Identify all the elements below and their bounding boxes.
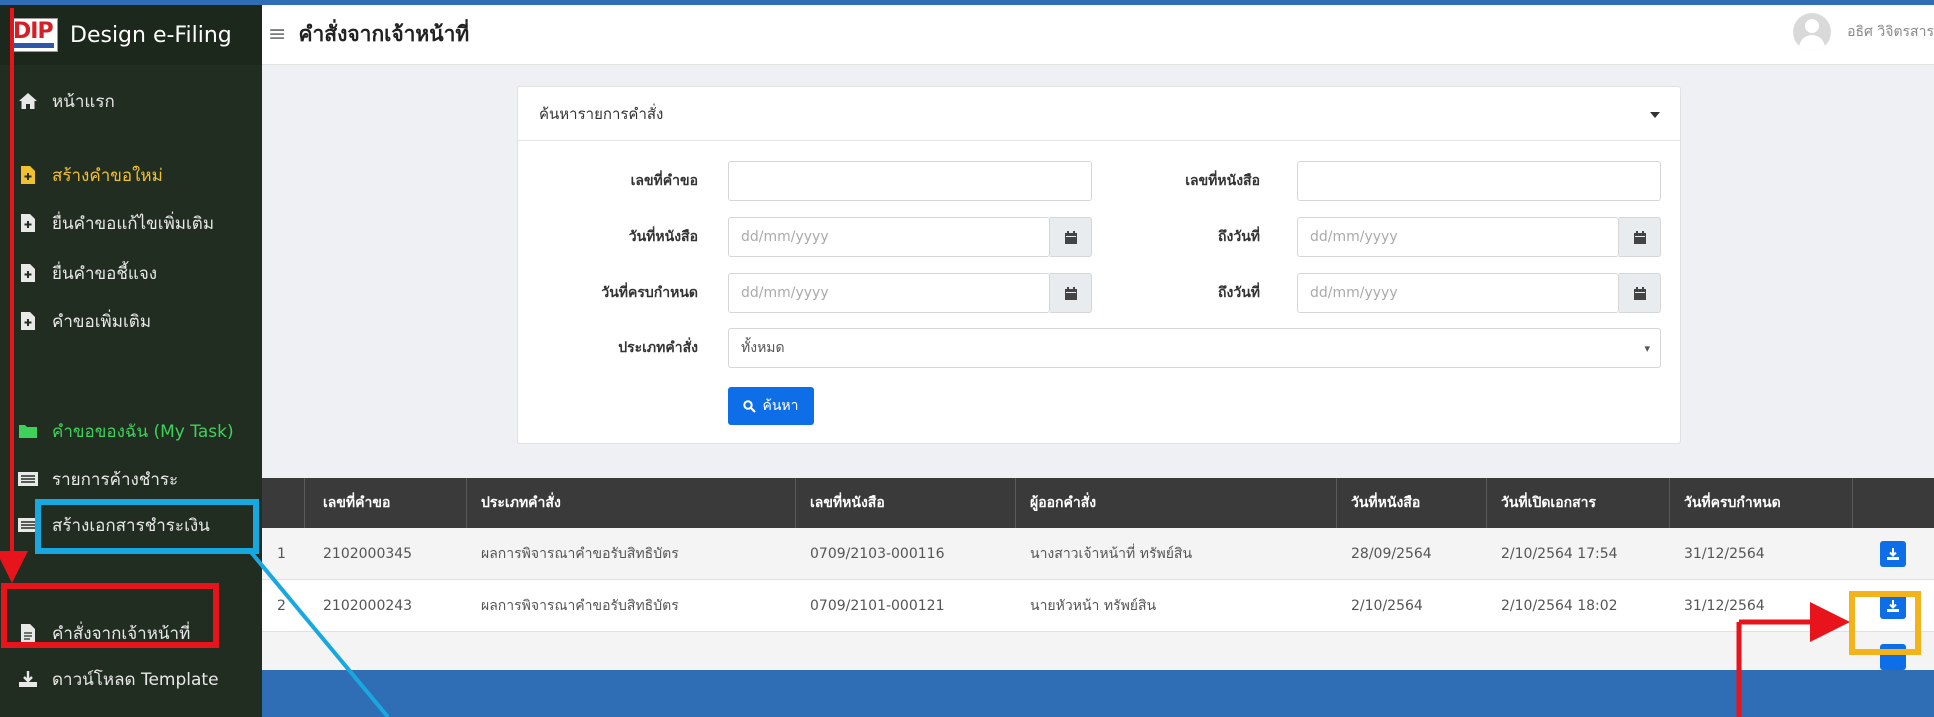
search-card-header[interactable]: ค้นหารายการคำสั่ง (518, 87, 1680, 141)
calendar-icon[interactable] (1619, 217, 1661, 257)
request-no-input[interactable] (728, 161, 1092, 201)
sidebar-item-additional-request[interactable]: คำขอเพิ่มเติม (0, 297, 262, 345)
collapse-caret-icon[interactable] (1650, 112, 1660, 118)
list-icon (18, 468, 38, 490)
home-icon (18, 90, 38, 112)
sidebar-item-outstanding[interactable]: รายการค้างชำระ (0, 455, 262, 503)
due-date-from-input[interactable]: dd/mm/yyyy (728, 273, 1050, 313)
download-button[interactable] (1880, 592, 1906, 619)
request-no-cell: 2102000345 (323, 545, 413, 562)
brand[interactable]: DIP Design e-Filing (0, 5, 262, 65)
issuer-cell: นางสาวเจ้าหน้าที่ ทรัพย์สิน (1030, 545, 1193, 562)
letter-no-cell: 0709/2101-000121 (810, 597, 945, 614)
letter-no-cell: 0709/2103-000116 (810, 545, 945, 562)
col-header-due-date[interactable]: วันที่ครบกำหนด (1684, 478, 1781, 528)
letter-no-input[interactable] (1297, 161, 1661, 201)
folder-icon (18, 420, 38, 442)
col-header-issuer[interactable]: ผู้ออกคำสั่ง (1030, 478, 1096, 528)
due-date-cell: 31/12/2564 (1684, 597, 1765, 614)
col-header-open-date[interactable]: วันที่เปิดเอกสาร (1501, 478, 1596, 528)
order-type-cell: ผลการพิจารณาคำขอรับสิทธิบัตร (481, 597, 679, 614)
file-plus-icon (18, 164, 38, 186)
file-plus-icon (18, 212, 38, 234)
bottom-band (262, 670, 1934, 717)
sidebar-item-new-request[interactable]: สร้างคำขอใหม่ (0, 151, 262, 199)
issuer-cell: นายหัวหน้า ทรัพย์สิน (1030, 597, 1157, 614)
letter-date-to-input[interactable]: dd/mm/yyyy (1297, 217, 1619, 257)
letter-date-cell: 2/10/2564 (1351, 597, 1423, 614)
open-date-cell: 2/10/2564 17:54 (1501, 545, 1618, 562)
sidebar: DIP Design e-Filing หน้าแรก สร้างคำขอใหม… (0, 5, 262, 717)
user-name: อธิศ วิจิตรสาร (1847, 24, 1934, 40)
letter-date-label: วันที่หนังสือ (628, 229, 698, 245)
sidebar-item-home[interactable]: หน้าแรก (0, 77, 262, 125)
file-plus-icon (18, 262, 38, 284)
due-date-cell: 31/12/2564 (1684, 545, 1765, 562)
letter-no-label: เลขที่หนังสือ (1185, 173, 1260, 189)
table-header: เลขที่คำขอ ประเภทคำสั่ง เลขที่หนังสือ ผู… (262, 478, 1934, 528)
table-row (262, 632, 1934, 672)
request-no-cell: 2102000243 (323, 597, 413, 614)
request-no-label: เลขที่คำขอ (630, 173, 698, 189)
order-type-select[interactable]: ทั้งหมด ▾ (728, 328, 1661, 368)
search-icon (743, 399, 757, 413)
table-row: 1 2102000345 ผลการพิจารณาคำขอรับสิทธิบัต… (262, 528, 1934, 580)
app-title: Design e-Filing (70, 22, 232, 48)
search-card: ค้นหารายการคำสั่ง เลขที่คำขอ เลขที่หนังส… (517, 86, 1681, 444)
open-date-cell: 2/10/2564 18:02 (1501, 597, 1618, 614)
sidebar-item-my-task[interactable]: คำขอของฉัน (My Task) (0, 407, 262, 455)
row-number: 2 (277, 597, 286, 614)
sidebar-item-clarify-request[interactable]: ยื่นคำขอชี้แจง (0, 249, 262, 297)
due-date-label: วันที่ครบกำหนด (601, 285, 698, 301)
document-icon (18, 622, 38, 644)
due-date-to-input[interactable]: dd/mm/yyyy (1297, 273, 1619, 313)
letter-date-cell: 28/09/2564 (1351, 545, 1432, 562)
file-plus-icon (18, 310, 38, 332)
page-title: คำสั่งจากเจ้าหน้าที่ (298, 22, 470, 46)
sidebar-item-amend-request[interactable]: ยื่นคำขอแก้ไขเพิ่มเติม (0, 199, 262, 247)
user-menu[interactable]: อธิศ วิจิตรสาร (1793, 13, 1934, 51)
order-type-cell: ผลการพิจารณาคำขอรับสิทธิบัตร (481, 545, 679, 562)
table-row: 2 2102000243 ผลการพิจารณาคำขอรับสิทธิบัต… (262, 580, 1934, 632)
download-button[interactable] (1880, 540, 1906, 567)
avatar (1793, 13, 1832, 51)
sidebar-item-download-template[interactable]: ดาวน์โหลด Template (0, 655, 262, 703)
list-icon (18, 514, 38, 536)
download-button[interactable] (1880, 644, 1906, 670)
col-header-letter-date[interactable]: วันที่หนังสือ (1351, 478, 1420, 528)
download-icon (1887, 599, 1899, 612)
letter-date-from-input[interactable]: dd/mm/yyyy (728, 217, 1050, 257)
download-icon (1887, 547, 1899, 560)
dip-logo: DIP (10, 18, 58, 52)
letter-date-to-label: ถึงวันที่ (1218, 229, 1260, 245)
search-button[interactable]: ค้นหา (728, 387, 814, 425)
row-number: 1 (277, 545, 286, 562)
due-date-to-label: ถึงวันที่ (1218, 285, 1260, 301)
top-header: ≡ คำสั่งจากเจ้าหน้าที่ อธิศ วิจิตรสาร (262, 5, 1934, 65)
order-type-label: ประเภทคำสั่ง (618, 340, 698, 356)
chevron-down-icon: ▾ (1644, 342, 1650, 355)
download-icon (18, 668, 38, 690)
col-header-letter-no[interactable]: เลขที่หนังสือ (810, 478, 885, 528)
sidebar-item-payment-doc[interactable]: สร้างเอกสารชำระเงิน (0, 501, 262, 549)
sidebar-item-officer-orders[interactable]: คำสั่งจากเจ้าหน้าที่ (0, 609, 262, 657)
col-header-request-no[interactable]: เลขที่คำขอ (323, 478, 390, 528)
calendar-icon[interactable] (1619, 273, 1661, 313)
col-header-order-type[interactable]: ประเภทคำสั่ง (481, 478, 561, 528)
menu-toggle-icon[interactable]: ≡ (268, 22, 286, 47)
